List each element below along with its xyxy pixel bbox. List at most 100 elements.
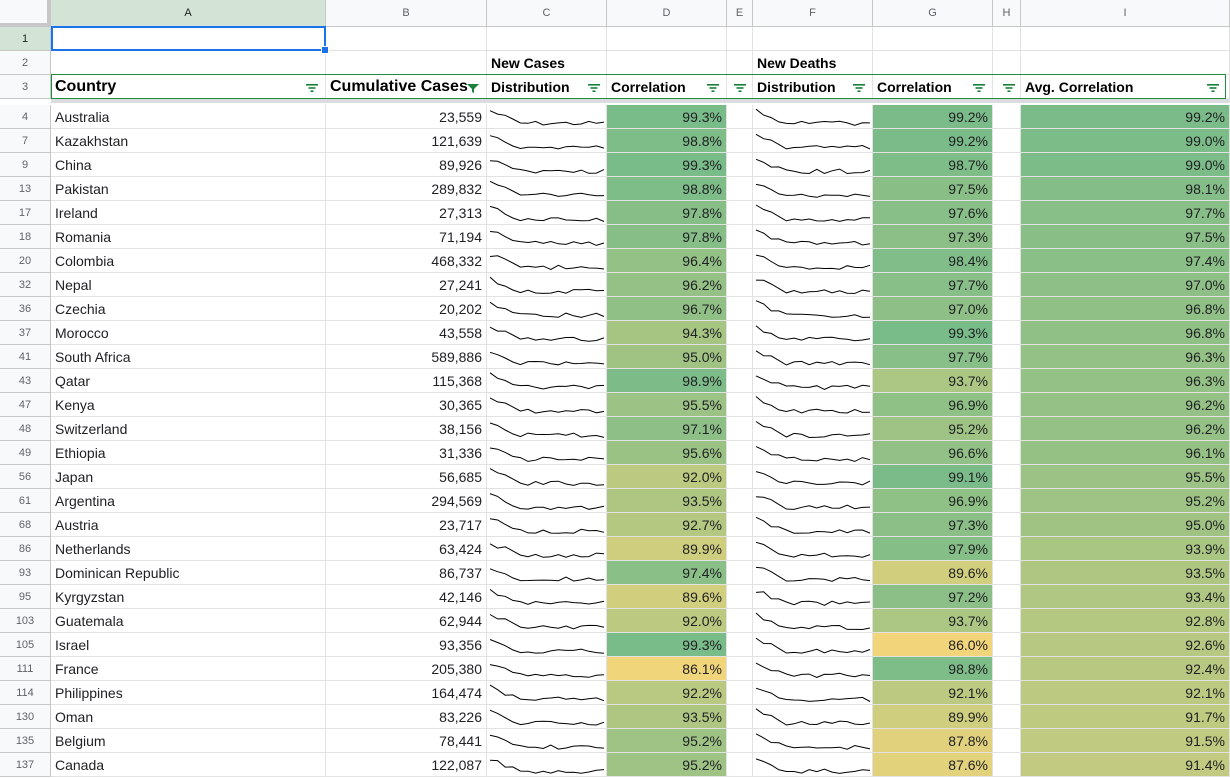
new-deaths-correlation-cell[interactable]: 95.2% <box>873 417 993 441</box>
avg-correlation-cell[interactable]: 99.0% <box>1021 153 1230 177</box>
new-deaths-correlation-cell[interactable]: 97.9% <box>873 537 993 561</box>
cumulative-cases-cell[interactable]: 115,368 <box>326 369 487 393</box>
new-deaths-correlation-cell[interactable]: 97.7% <box>873 345 993 369</box>
new-deaths-sparkline-cell[interactable] <box>753 489 873 513</box>
avg-correlation-cell[interactable]: 93.9% <box>1021 537 1230 561</box>
empty-spacer-cell[interactable] <box>727 393 753 417</box>
new-cases-correlation-cell[interactable]: 95.2% <box>607 753 727 777</box>
empty-spacer-cell[interactable] <box>727 681 753 705</box>
filter-icon-column-h[interactable] <box>1002 83 1016 93</box>
avg-correlation-cell[interactable]: 92.8% <box>1021 609 1230 633</box>
new-deaths-correlation-cell[interactable]: 98.8% <box>873 657 993 681</box>
new-cases-sparkline-cell[interactable] <box>487 513 607 537</box>
empty-spacer-cell[interactable] <box>727 513 753 537</box>
country-cell[interactable]: Philippines <box>51 681 326 705</box>
empty-spacer-cell[interactable] <box>727 609 753 633</box>
country-cell[interactable]: Switzerland <box>51 417 326 441</box>
empty-spacer-cell[interactable] <box>993 633 1021 657</box>
empty-spacer-cell[interactable] <box>727 273 753 297</box>
cumulative-cases-cell[interactable]: 468,332 <box>326 249 487 273</box>
new-cases-sparkline-cell[interactable] <box>487 681 607 705</box>
new-cases-sparkline-cell[interactable] <box>487 609 607 633</box>
filter-icon-country[interactable] <box>305 83 319 93</box>
empty-spacer-cell[interactable] <box>727 465 753 489</box>
new-cases-correlation-cell[interactable]: 93.5% <box>607 705 727 729</box>
cumulative-cases-cell[interactable]: 56,685 <box>326 465 487 489</box>
new-cases-sparkline-cell[interactable] <box>487 585 607 609</box>
empty-spacer-cell[interactable] <box>993 513 1021 537</box>
avg-correlation-cell[interactable]: 95.0% <box>1021 513 1230 537</box>
empty-spacer-cell[interactable] <box>727 177 753 201</box>
cumulative-cases-cell[interactable]: 23,559 <box>326 105 487 129</box>
new-deaths-sparkline-cell[interactable] <box>753 441 873 465</box>
new-deaths-correlation-cell[interactable]: 92.1% <box>873 681 993 705</box>
country-cell[interactable]: Ethiopia <box>51 441 326 465</box>
grid-cell[interactable] <box>873 51 993 75</box>
new-cases-correlation-cell[interactable]: 96.7% <box>607 297 727 321</box>
new-deaths-sparkline-cell[interactable] <box>753 345 873 369</box>
row-header[interactable]: 105 <box>0 633 51 657</box>
grid-cell[interactable] <box>487 27 607 51</box>
country-cell[interactable]: Qatar <box>51 369 326 393</box>
new-deaths-sparkline-cell[interactable] <box>753 129 873 153</box>
new-cases-sparkline-cell[interactable] <box>487 441 607 465</box>
filter-icon-column-e[interactable] <box>733 83 747 93</box>
new-cases-sparkline-cell[interactable] <box>487 273 607 297</box>
new-deaths-sparkline-cell[interactable] <box>753 753 873 777</box>
new-cases-correlation-cell[interactable]: 98.8% <box>607 129 727 153</box>
cumulative-cases-cell[interactable]: 122,087 <box>326 753 487 777</box>
filter-icon-avg-correlation[interactable] <box>1206 83 1220 93</box>
new-cases-sparkline-cell[interactable] <box>487 657 607 681</box>
country-cell[interactable]: Kenya <box>51 393 326 417</box>
country-cell[interactable]: Netherlands <box>51 537 326 561</box>
avg-correlation-cell[interactable]: 99.2% <box>1021 105 1230 129</box>
grid-cell[interactable] <box>326 51 487 75</box>
new-cases-correlation-cell[interactable]: 98.9% <box>607 369 727 393</box>
avg-correlation-cell[interactable]: 96.8% <box>1021 297 1230 321</box>
empty-spacer-cell[interactable] <box>993 489 1021 513</box>
empty-spacer-cell[interactable] <box>993 297 1021 321</box>
new-cases-correlation-cell[interactable]: 96.4% <box>607 249 727 273</box>
country-cell[interactable]: Nepal <box>51 273 326 297</box>
row-header[interactable]: 2 <box>0 51 51 75</box>
country-cell[interactable]: China <box>51 153 326 177</box>
empty-spacer-cell[interactable] <box>727 657 753 681</box>
filter-icon-cumulative-cases[interactable] <box>466 83 480 93</box>
grid-cell[interactable] <box>993 27 1021 51</box>
new-deaths-correlation-cell[interactable]: 96.6% <box>873 441 993 465</box>
new-cases-sparkline-cell[interactable] <box>487 633 607 657</box>
new-cases-correlation-cell[interactable]: 96.2% <box>607 273 727 297</box>
new-cases-correlation-cell[interactable]: 99.3% <box>607 153 727 177</box>
empty-spacer-cell[interactable] <box>727 537 753 561</box>
empty-spacer-cell[interactable] <box>993 105 1021 129</box>
avg-correlation-cell[interactable]: 91.4% <box>1021 753 1230 777</box>
new-cases-sparkline-cell[interactable] <box>487 153 607 177</box>
new-deaths-correlation-cell[interactable]: 93.7% <box>873 369 993 393</box>
empty-spacer-cell[interactable] <box>727 153 753 177</box>
empty-spacer-cell[interactable] <box>727 729 753 753</box>
new-cases-group-label[interactable]: New Cases <box>487 51 607 75</box>
cumulative-cases-cell[interactable]: 71,194 <box>326 225 487 249</box>
new-cases-correlation-cell[interactable]: 97.8% <box>607 201 727 225</box>
country-cell[interactable]: Japan <box>51 465 326 489</box>
country-cell[interactable]: Ireland <box>51 201 326 225</box>
empty-spacer-cell[interactable] <box>993 201 1021 225</box>
country-cell[interactable]: Argentina <box>51 489 326 513</box>
new-deaths-correlation-cell[interactable]: 98.7% <box>873 153 993 177</box>
empty-spacer-cell[interactable] <box>993 705 1021 729</box>
country-cell[interactable]: Oman <box>51 705 326 729</box>
empty-spacer-cell[interactable] <box>993 681 1021 705</box>
cumulative-cases-cell[interactable]: 289,832 <box>326 177 487 201</box>
empty-spacer-cell[interactable] <box>993 561 1021 585</box>
country-cell[interactable]: Guatemala <box>51 609 326 633</box>
row-header[interactable]: 37 <box>0 321 51 345</box>
avg-correlation-cell[interactable]: 97.0% <box>1021 273 1230 297</box>
avg-correlation-cell[interactable]: 99.0% <box>1021 129 1230 153</box>
row-header[interactable]: 95 <box>0 585 51 609</box>
empty-spacer-cell[interactable] <box>727 561 753 585</box>
country-cell[interactable]: Australia <box>51 105 326 129</box>
cumulative-cases-cell[interactable]: 62,944 <box>326 609 487 633</box>
filter-icon-nd-correlation[interactable] <box>972 83 986 93</box>
new-cases-correlation-cell[interactable]: 89.6% <box>607 585 727 609</box>
column-header-h[interactable]: H <box>993 0 1021 27</box>
